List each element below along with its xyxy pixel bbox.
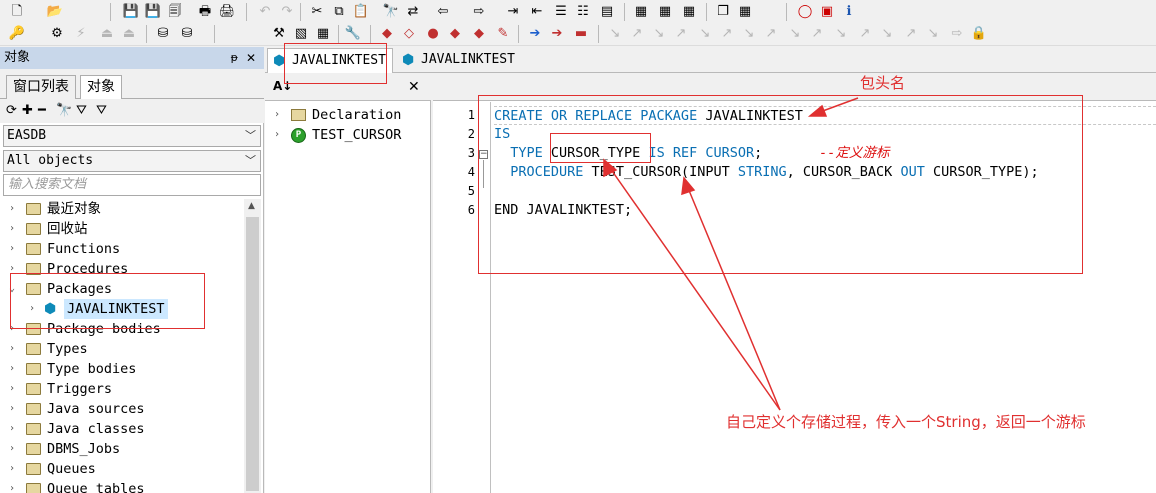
arrow-to-package-name — [819, 97, 859, 113]
annotation-arrows — [603, 97, 859, 411]
arrow-head — [681, 176, 696, 196]
arrow-head — [807, 104, 828, 117]
